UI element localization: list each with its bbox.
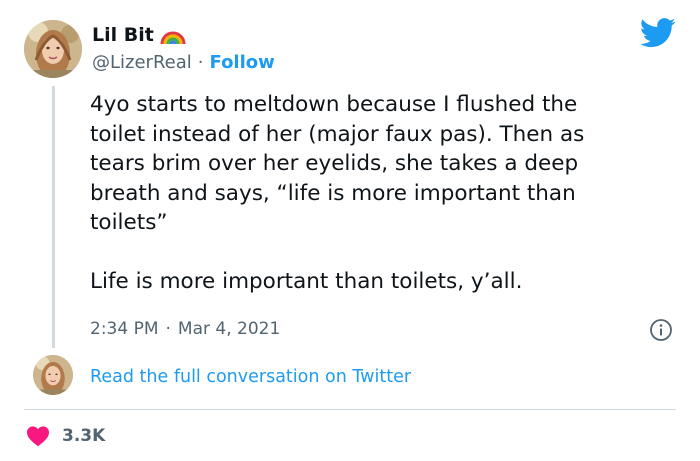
info-icon[interactable] <box>649 318 673 342</box>
handle-separator: · <box>197 51 204 73</box>
heart-icon[interactable] <box>26 425 50 447</box>
tweet-text: 4yo starts to meltdown because I flushed… <box>90 92 585 294</box>
author-avatar[interactable] <box>24 20 82 78</box>
like-button[interactable]: 3.3K <box>26 423 105 449</box>
like-count: 3.3K <box>62 426 106 446</box>
follow-button[interactable]: Follow <box>210 52 275 73</box>
tweet-timestamp[interactable]: 2:34 PM · Mar 4, 2021 <box>90 316 280 342</box>
author-handle-line: @LizerReal · Follow <box>92 50 275 74</box>
footer-divider <box>24 409 676 410</box>
tweet-time[interactable]: 2:34 PM <box>90 319 159 339</box>
timestamp-separator: · <box>165 319 171 339</box>
read-conversation-link[interactable]: Read the full conversation on Twitter <box>90 365 411 389</box>
author-handle[interactable]: @LizerReal <box>92 52 192 73</box>
rainbow-icon <box>160 31 186 45</box>
tweet-date[interactable]: Mar 4, 2021 <box>178 319 280 339</box>
author-name-line: Lil Bit <box>92 22 186 48</box>
twitter-bird-icon[interactable] <box>640 17 676 49</box>
conversation-avatar[interactable] <box>33 355 73 395</box>
author-display-name[interactable]: Lil Bit <box>92 24 154 46</box>
thread-connector <box>52 86 55 348</box>
